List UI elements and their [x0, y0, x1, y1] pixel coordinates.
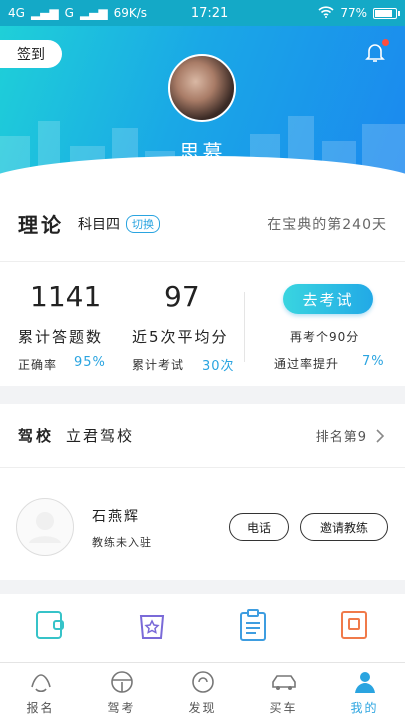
- person-placeholder-icon: [29, 512, 61, 543]
- bottom-tab-bar: 报名 驾考 发现 买车 我的: [0, 662, 405, 721]
- tab-label: 报名: [26, 701, 55, 715]
- book-icon: [341, 611, 367, 639]
- days-count: 在宝典的第240天: [267, 216, 387, 233]
- tab-signup[interactable]: 报名: [0, 663, 81, 721]
- tool-item[interactable]: [237, 608, 269, 642]
- total-answered-label: 累计答题数: [18, 328, 104, 346]
- coach-avatar: [16, 498, 74, 556]
- wifi-icon: [318, 5, 334, 21]
- subject-row: 理论 科目四 切换 在宝典的第240天: [0, 186, 405, 262]
- network-speed: 69K/s: [113, 6, 148, 20]
- chevron-right-icon: [376, 428, 385, 443]
- take-exam-button[interactable]: 去考试: [283, 284, 373, 314]
- subject-name: 科目四: [78, 216, 120, 233]
- clipboard-icon: [240, 609, 266, 641]
- star-bag-icon: [139, 615, 165, 639]
- steering-wheel-icon: [110, 671, 133, 693]
- call-button[interactable]: 电话: [229, 513, 289, 541]
- username: 思慕: [179, 140, 226, 164]
- school-rank: 排名第9: [315, 430, 367, 445]
- coach-status: 教练未入驻: [92, 536, 152, 549]
- signal-4g: 4G: [8, 6, 25, 20]
- school-title: 驾校: [18, 427, 55, 445]
- signal-bars-icon: ▂▄▆: [30, 6, 59, 20]
- tool-item[interactable]: [338, 608, 370, 642]
- switch-subject-button[interactable]: 切换: [126, 214, 160, 233]
- signal-g: G: [64, 6, 74, 20]
- tools-row: [0, 594, 405, 662]
- exams-label: 累计考试: [132, 358, 185, 372]
- tab-mine[interactable]: 我的: [324, 663, 405, 721]
- accuracy-label: 正确率: [18, 358, 58, 372]
- divider: [244, 292, 245, 362]
- tab-label: 买车: [269, 701, 298, 715]
- exams-value: 30次: [202, 359, 235, 374]
- notification-dot: [382, 39, 389, 46]
- discover-icon: [191, 671, 214, 693]
- driving-school-row[interactable]: 驾校 立君驾校 排名第9: [0, 404, 405, 468]
- subject-title: 理论: [18, 213, 64, 237]
- status-bar: 4G ▂▄▆ G ▂▄▆ 69K/s 17:21 77%: [0, 0, 405, 26]
- avg-score-value: 97: [164, 280, 200, 313]
- tab-exam[interactable]: 驾考: [81, 663, 162, 721]
- signal-bars-icon: ▂▄▆: [79, 6, 108, 20]
- tab-label: 我的: [350, 701, 379, 715]
- battery-icon: [373, 7, 400, 19]
- tab-discover[interactable]: 发现: [162, 663, 243, 721]
- avg-score-label: 近5次平均分: [132, 328, 229, 346]
- profile-icon: [354, 672, 375, 693]
- accuracy-value: 95%: [74, 355, 106, 370]
- checkin-button[interactable]: 签到: [0, 40, 62, 68]
- avatar[interactable]: [168, 54, 236, 122]
- signup-icon: [30, 674, 51, 693]
- tab-label: 发现: [188, 701, 217, 715]
- coach-card: 石燕辉 教练未入驻 电话 邀请教练: [0, 468, 405, 580]
- battery-percent: 77%: [340, 6, 367, 20]
- clock: 17:21: [190, 5, 229, 21]
- tool-item[interactable]: [34, 608, 66, 642]
- tab-buy-car[interactable]: 买车: [243, 663, 324, 721]
- invite-coach-button[interactable]: 邀请教练: [300, 513, 388, 541]
- tool-item[interactable]: [136, 608, 168, 642]
- school-name: 立君驾校: [66, 427, 135, 445]
- notification-button[interactable]: [363, 39, 389, 64]
- pass-rate-value: 7%: [362, 354, 385, 369]
- total-answered-value: 1141: [30, 280, 102, 313]
- tab-label: 驾考: [107, 701, 136, 715]
- coach-name: 石燕辉: [92, 509, 140, 525]
- retake-text: 再考个90分: [290, 330, 360, 344]
- wallet-icon: [36, 611, 64, 639]
- car-icon: [271, 675, 296, 690]
- profile-header: 签到 思慕: [0, 26, 405, 186]
- stats-panel: 1141 累计答题数 正确率 95% 97 近5次平均分 累计考试 30次 去考…: [0, 262, 405, 386]
- pass-rate-label: 通过率提升: [274, 357, 340, 371]
